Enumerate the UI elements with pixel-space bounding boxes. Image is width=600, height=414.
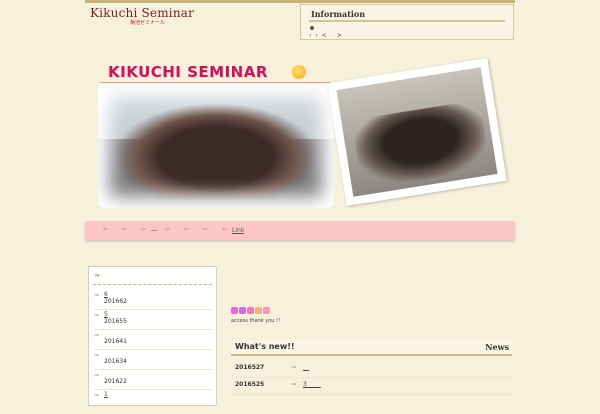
nav-item[interactable]: ⇐ [103, 226, 108, 233]
arrow-icon: ⇒ [291, 364, 297, 371]
sidebar-divider [93, 284, 212, 285]
arrow-icon: ⇒ [94, 352, 100, 359]
heart-icon [239, 307, 246, 314]
arrow-icon: ⇒ [94, 332, 100, 339]
access-message: access thank you !! [231, 318, 281, 324]
news-label: News [485, 342, 509, 352]
sidebar-item[interactable]: ⇒ 201641 [94, 332, 212, 354]
bullet-icon [310, 26, 314, 30]
news-link[interactable]: __ [303, 364, 309, 371]
nav-item[interactable]: ⇐ [165, 226, 170, 233]
main-nav-bar: ⇐ ⇐ ⇐ — ⇐ ⇐ ⇐ ⇐ Link [85, 221, 515, 240]
group-photo-main [98, 84, 334, 208]
site-title[interactable]: Kikuchi Seminar [90, 6, 194, 20]
whats-new-header: What's new!! News [231, 340, 512, 356]
news-link[interactable]: 3 ____ [303, 381, 321, 388]
news-row: 2016525 ⇒ 3 ____ [231, 378, 512, 395]
nav-item[interactable]: ⇐ [222, 226, 227, 233]
sidebar-item[interactable]: ⇒ 5 201655 [94, 311, 212, 334]
nav-item[interactable]: ⇐ [122, 226, 127, 233]
sidebar-item-count[interactable]: 1 [104, 391, 108, 398]
heart-icon [263, 307, 270, 314]
arrow-icon: ⇒ [94, 292, 100, 299]
sidebar-item-count[interactable]: 5 [104, 311, 108, 318]
nav-item[interactable]: ⇐ [203, 226, 208, 233]
sidebar-archive: ❧ ⇒ 6 201662 ⇒ 5 201655 ⇒ 201641 ⇒ 20163… [88, 266, 217, 406]
banner-logo: KIKUCHI SEMINAR [100, 60, 320, 84]
sidebar-item[interactable]: ⇒ 1 [94, 391, 212, 414]
sidebar-item-date: 201641 [104, 338, 127, 345]
news-row: 2016527 ⇒ __ [231, 361, 512, 378]
arrow-icon: ⇒ [94, 312, 100, 319]
nav-item[interactable]: ⇐ [141, 226, 146, 233]
news-date: 2016527 [235, 364, 265, 371]
arrow-icon: ⇒ [94, 392, 100, 399]
arrow-icon: ⇒ [291, 381, 297, 388]
sun-icon [292, 65, 306, 79]
sidebar-item[interactable]: ⇒ 201634 [94, 352, 212, 374]
site-subtitle: 菊池ゼミナール [130, 20, 166, 26]
information-title: Information [311, 9, 366, 19]
sidebar-item[interactable]: ⇒ 6 201662 [94, 291, 212, 314]
group-photo-secondary [327, 58, 507, 206]
banner-logo-text: KIKUCHI SEMINAR [108, 63, 268, 81]
sidebar-item-count[interactable]: 6 [104, 291, 108, 298]
heart-icons [231, 299, 271, 314]
nav-current-marker: — [151, 227, 157, 234]
whats-new-title: What's new!! [235, 342, 295, 351]
sidebar-item[interactable]: ⇒ 201622 [94, 372, 212, 394]
news-date: 2016525 [235, 381, 265, 388]
header-top-line [85, 0, 515, 3]
sidebar-item-date: 201634 [104, 358, 127, 365]
ornament-icon: ❧ [94, 271, 101, 280]
nav-item[interactable]: ⇐ [184, 226, 189, 233]
sidebar-item-date: 201662 [104, 298, 127, 305]
sidebar-item-date: 201655 [104, 318, 127, 325]
sidebar-item-date: 201622 [104, 378, 127, 385]
heart-icon [255, 307, 262, 314]
banner-divider [100, 82, 330, 83]
heart-icon [247, 307, 254, 314]
information-divider [309, 20, 505, 22]
information-pager[interactable]: ‹‹< > [309, 32, 346, 39]
heart-icon [231, 307, 238, 314]
arrow-icon: ⇒ [94, 372, 100, 379]
information-box: Information ‹‹< > [300, 4, 514, 40]
nav-link[interactable]: Link [232, 227, 244, 234]
